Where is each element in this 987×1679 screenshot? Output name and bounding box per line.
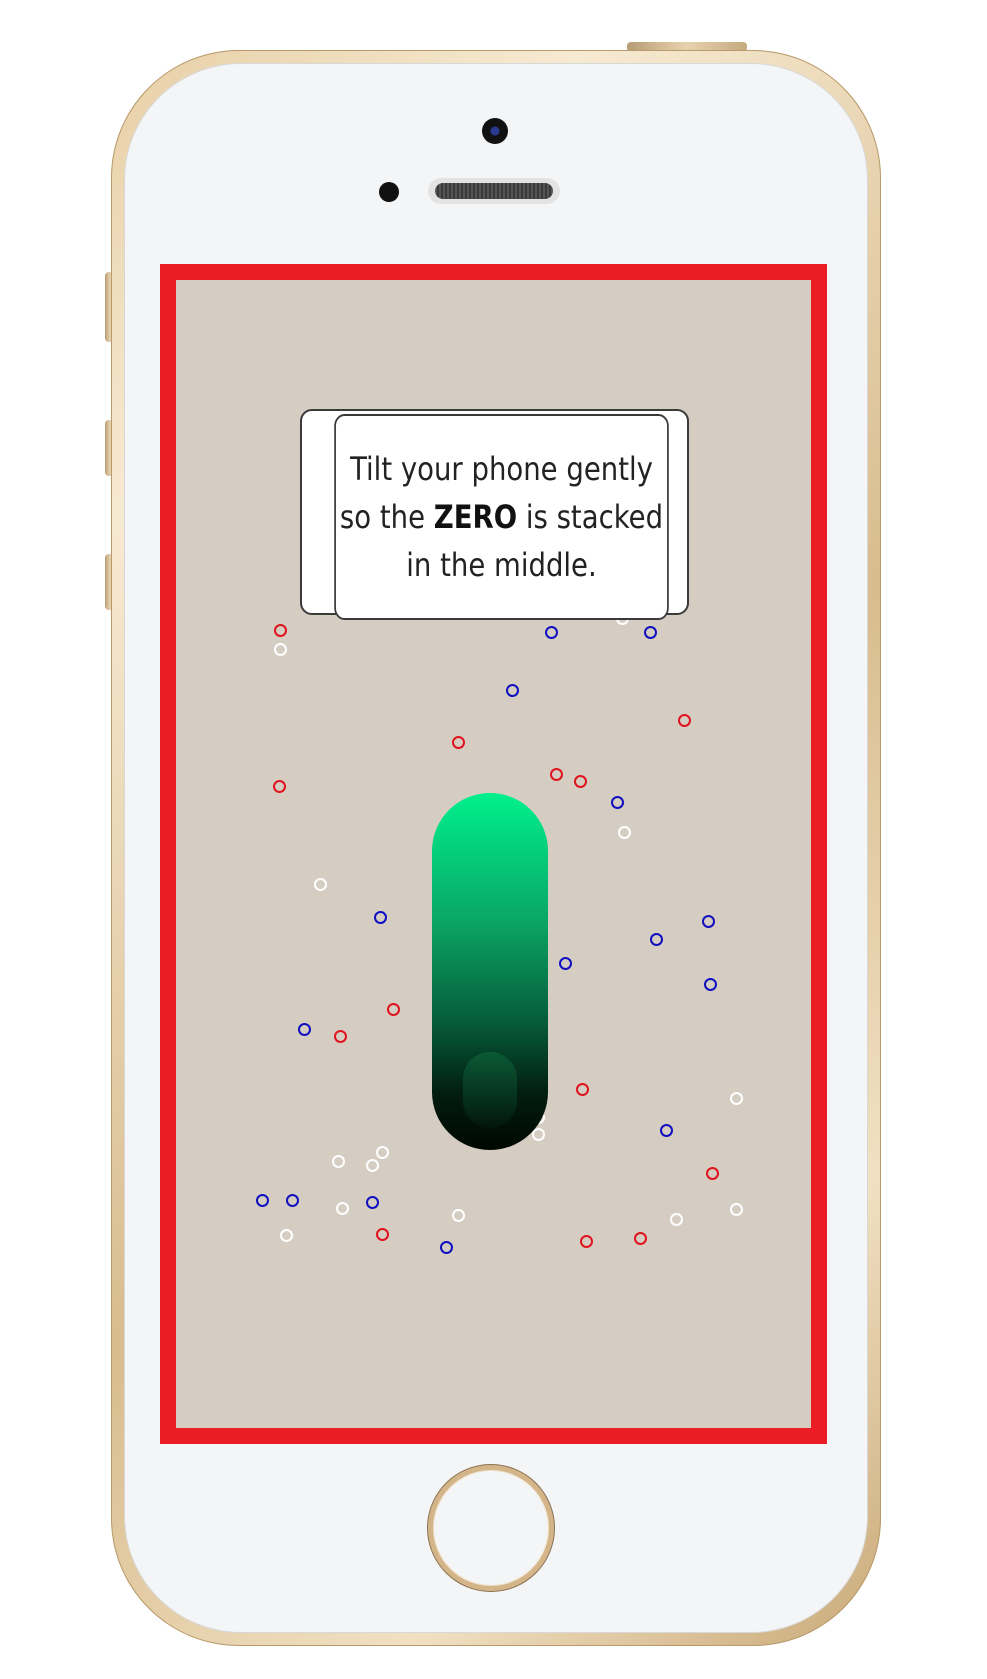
- speaker-grille-icon: [428, 178, 560, 204]
- game-screen[interactable]: Tilt your phone gently so the ZERO is st…: [160, 264, 827, 1444]
- particle-ring: [730, 1092, 743, 1105]
- particle-ring: [332, 1155, 345, 1168]
- particle-ring: [670, 1213, 683, 1226]
- particle-ring: [634, 1232, 647, 1245]
- particle-ring: [618, 826, 631, 839]
- instruction-line-1: Tilt your phone gently: [350, 450, 653, 488]
- instruction-line-3: in the middle.: [406, 546, 597, 584]
- instruction-line-2-end: is stacked: [517, 498, 664, 536]
- particle-ring: [274, 643, 287, 656]
- particle-ring: [574, 775, 587, 788]
- zero-capsule-hole: [463, 1052, 517, 1128]
- particle-ring: [650, 933, 663, 946]
- camera-icon: [482, 118, 508, 144]
- particle-ring: [611, 796, 624, 809]
- particle-ring: [452, 736, 465, 749]
- particle-ring: [374, 911, 387, 924]
- particle-ring: [273, 780, 286, 793]
- particle-ring: [706, 1167, 719, 1180]
- particle-ring: [274, 624, 287, 637]
- particle-ring: [704, 978, 717, 991]
- home-button-icon[interactable]: [428, 1465, 554, 1591]
- particle-ring: [660, 1124, 673, 1137]
- particle-ring: [730, 1203, 743, 1216]
- particle-ring: [376, 1228, 389, 1241]
- particle-ring: [678, 714, 691, 727]
- particle-ring: [506, 684, 519, 697]
- particle-ring: [440, 1241, 453, 1254]
- instruction-line-2: so the ZERO is stacked: [340, 493, 663, 541]
- particle-ring: [576, 1083, 589, 1096]
- particle-ring: [545, 626, 558, 639]
- particle-ring: [286, 1194, 299, 1207]
- particle-ring: [334, 1030, 347, 1043]
- particle-ring: [532, 1128, 545, 1141]
- particle-ring: [256, 1194, 269, 1207]
- particle-ring: [298, 1023, 311, 1036]
- particle-ring: [550, 768, 563, 781]
- particle-ring: [314, 878, 327, 891]
- instruction-line-2-start: so the: [339, 498, 434, 536]
- instruction-zero-word: ZERO: [433, 498, 518, 536]
- particle-ring: [559, 957, 572, 970]
- particle-ring: [644, 626, 657, 639]
- particle-ring: [580, 1235, 593, 1248]
- particle-ring: [387, 1003, 400, 1016]
- particle-ring: [452, 1209, 465, 1222]
- particle-ring: [366, 1159, 379, 1172]
- particle-ring: [336, 1202, 349, 1215]
- particle-ring: [366, 1196, 379, 1209]
- particle-ring: [376, 1146, 389, 1159]
- particle-ring: [702, 915, 715, 928]
- proximity-sensor: [379, 182, 399, 202]
- instruction-card: Tilt your phone gently so the ZERO is st…: [334, 414, 669, 620]
- particle-ring: [280, 1229, 293, 1242]
- zero-capsule[interactable]: [432, 793, 548, 1150]
